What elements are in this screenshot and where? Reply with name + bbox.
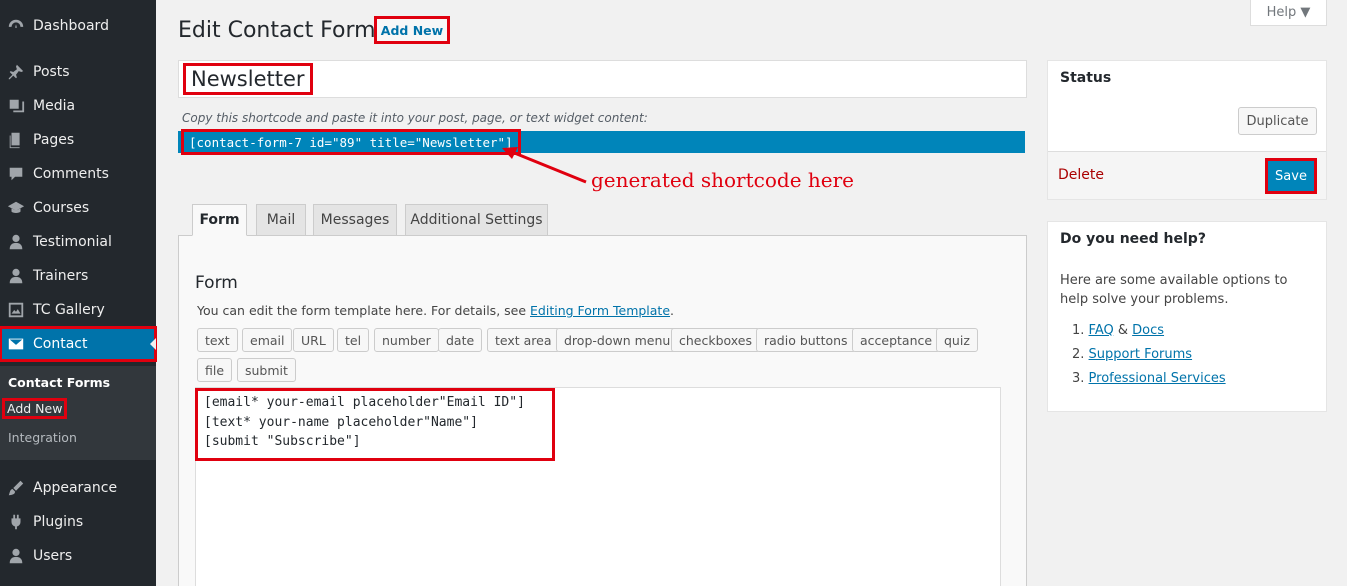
professional-services-link[interactable]: Professional Services [1089, 371, 1226, 386]
gallery-icon [6, 300, 26, 320]
submenu-add-new[interactable]: Add New [1, 398, 68, 419]
form-title-field[interactable]: Newsletter [178, 60, 1027, 98]
sidebar-item-label: Contact [33, 336, 88, 352]
sidebar-item-users[interactable]: Users [0, 539, 156, 573]
editing-form-template-link[interactable]: Editing Form Template [530, 303, 670, 318]
template-line: [submit "Subscribe"] [204, 434, 361, 449]
tag-button-tel[interactable]: tel [337, 328, 370, 352]
panel-description: You can edit the form template here. For… [197, 303, 674, 318]
sidebar-item-testimonial[interactable]: Testimonial [0, 225, 156, 259]
help-tab[interactable]: Help ▼ [1250, 0, 1327, 26]
sidebar-item-label: TC Gallery [33, 302, 105, 318]
add-new-button[interactable]: Add New [374, 16, 450, 44]
faq-link[interactable]: FAQ [1089, 323, 1114, 338]
sidebar-item-label: Users [33, 548, 73, 564]
submenu-contact-forms[interactable]: Contact Forms [8, 375, 110, 390]
tag-button-number[interactable]: number [374, 328, 439, 352]
sidebar-item-media[interactable]: Media [0, 89, 156, 123]
list-number: 2. [1072, 347, 1085, 362]
plugin-icon [6, 512, 26, 532]
annotation-arrow-icon [502, 147, 587, 184]
sidebar-item-label: Plugins [33, 514, 84, 530]
sidebar-item-posts[interactable]: Posts [0, 55, 156, 89]
tag-button-quiz[interactable]: quiz [936, 328, 978, 352]
tag-button-submit[interactable]: submit [237, 358, 296, 382]
tag-button-email[interactable]: email [242, 328, 293, 352]
sidebar-item-label: Comments [33, 166, 109, 182]
pin-icon [6, 62, 26, 82]
form-template-content[interactable]: [email* your-email placeholder"Email ID"… [195, 388, 555, 461]
users-icon [6, 546, 26, 566]
docs-link[interactable]: Docs [1132, 323, 1164, 338]
shortcode-text[interactable]: [contact-form-7 id="89" title="Newslette… [181, 129, 521, 155]
graduation-cap-icon [6, 198, 26, 218]
submenu-integration[interactable]: Integration [8, 430, 77, 445]
sidebar-item-plugins[interactable]: Plugins [0, 505, 156, 539]
tag-button-url[interactable]: URL [293, 328, 334, 352]
sidebar-item-comments[interactable]: Comments [0, 157, 156, 191]
help-list-item: 1. FAQ & Docs [1072, 323, 1164, 338]
list-number: 3. [1072, 371, 1085, 386]
tag-button-textarea[interactable]: text area [487, 328, 560, 352]
template-line: [text* your-name placeholder"Name"] [204, 414, 478, 430]
help-title: Do you need help? [1060, 231, 1206, 247]
tag-button-checkboxes[interactable]: checkboxes [671, 328, 761, 352]
panel-description-end: . [670, 303, 675, 318]
status-title: Status [1060, 70, 1112, 86]
pages-icon [6, 130, 26, 150]
help-list-item: 3. Professional Services [1072, 371, 1226, 386]
sidebar-item-dashboard[interactable]: Dashboard [0, 9, 156, 43]
help-text: Here are some available options to help … [1060, 273, 1288, 307]
support-forums-link[interactable]: Support Forums [1089, 347, 1193, 362]
tag-button-dropdown[interactable]: drop-down menu [556, 328, 679, 352]
contact-submenu: Contact Forms Add New Integration [0, 366, 156, 460]
duplicate-button[interactable]: Duplicate [1238, 107, 1317, 135]
sidebar-item-appearance[interactable]: Appearance [0, 471, 156, 505]
tab-additional-settings[interactable]: Additional Settings [405, 204, 548, 236]
brush-icon [6, 478, 26, 498]
sidebar-item-label: Posts [33, 64, 70, 80]
user-icon [6, 266, 26, 286]
sidebar-item-label: Dashboard [33, 18, 109, 34]
tag-button-acceptance[interactable]: acceptance [852, 328, 941, 352]
dashboard-icon [6, 16, 26, 36]
admin-sidebar: Dashboard Posts Media Pages Comments Cou… [0, 0, 157, 586]
sidebar-item-trainers[interactable]: Trainers [0, 259, 156, 293]
sidebar-item-label: Pages [33, 132, 75, 148]
tag-button-file[interactable]: file [197, 358, 233, 382]
tab-mail[interactable]: Mail [256, 204, 306, 236]
sidebar-item-courses[interactable]: Courses [0, 191, 156, 225]
shortcode-description: Copy this shortcode and paste it into yo… [182, 111, 648, 125]
user-icon [6, 232, 26, 252]
envelope-icon [6, 334, 26, 354]
page-title: Edit Contact Form [178, 18, 376, 43]
help-list-item: 2. Support Forums [1072, 347, 1192, 362]
ampersand: & [1113, 323, 1133, 338]
form-title-input[interactable]: Newsletter [183, 63, 313, 95]
tab-form[interactable]: Form [192, 204, 247, 236]
panel-description-text: You can edit the form template here. For… [197, 303, 531, 318]
sidebar-item-label: Appearance [33, 480, 118, 496]
sidebar-item-pages[interactable]: Pages [0, 123, 156, 157]
tag-button-radio[interactable]: radio buttons [756, 328, 856, 352]
active-menu-arrow [150, 338, 156, 350]
delete-link[interactable]: Delete [1058, 167, 1104, 183]
sidebar-item-label: Courses [33, 200, 90, 216]
tag-button-date[interactable]: date [438, 328, 483, 352]
list-number: 1. [1072, 323, 1085, 338]
sidebar-item-label: Media [33, 98, 76, 114]
annotation-label: generated shortcode here [591, 168, 855, 192]
template-line: [email* your-email placeholder"Email ID"… [204, 395, 525, 410]
tag-button-text[interactable]: text [197, 328, 238, 352]
save-button[interactable]: Save [1265, 158, 1317, 194]
comment-icon [6, 164, 26, 184]
sidebar-item-label: Trainers [33, 268, 89, 284]
sidebar-item-label: Testimonial [33, 234, 112, 250]
media-icon [6, 96, 26, 116]
sidebar-item-tc-gallery[interactable]: TC Gallery [0, 293, 156, 327]
sidebar-item-contact[interactable]: Contact [0, 326, 157, 362]
tab-messages[interactable]: Messages [313, 204, 397, 236]
panel-heading: Form [195, 273, 238, 293]
